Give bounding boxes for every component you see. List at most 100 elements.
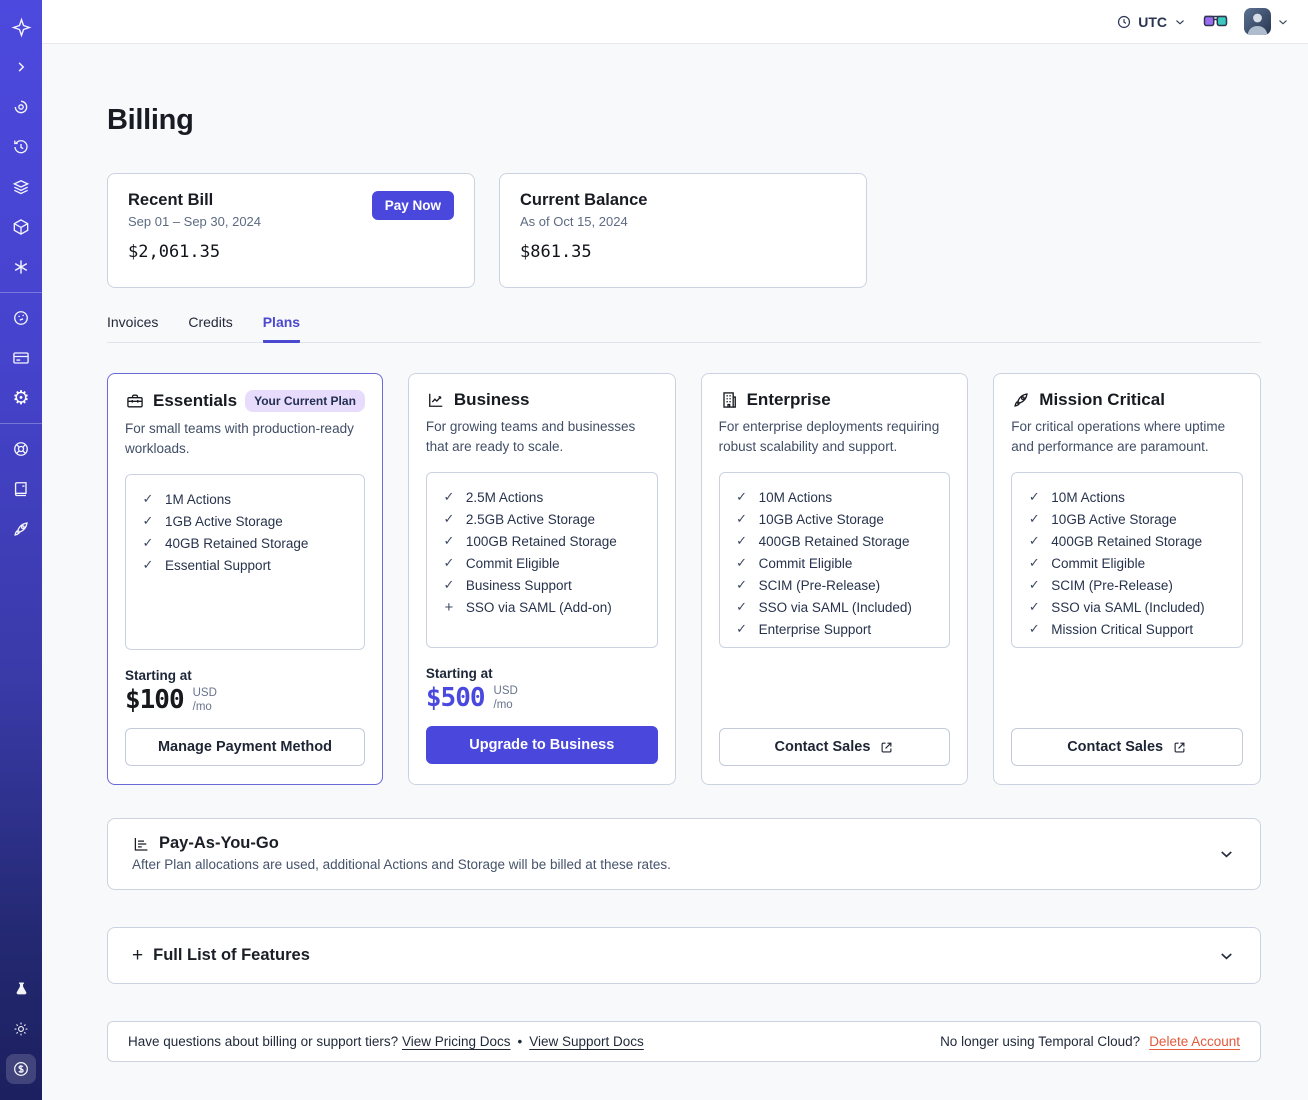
feature-text: 400GB Retained Storage: [758, 533, 910, 549]
plan-description: For enterprise deployments requiring rob…: [718, 419, 940, 454]
feature-text: SSO via SAML (Add-on): [465, 599, 612, 615]
feature-text: Mission Critical Support: [1051, 621, 1194, 637]
theme-sun-icon[interactable]: [6, 1014, 36, 1044]
feature-text: 10GB Active Storage: [1051, 511, 1177, 527]
view-pricing-docs-link[interactable]: View Pricing Docs: [402, 1034, 511, 1049]
manage-payment-method-button[interactable]: Manage Payment Method: [125, 728, 365, 766]
sidebar-divider: [0, 423, 42, 424]
period-label: /mo: [192, 701, 212, 713]
user-avatar: [1244, 8, 1271, 35]
payg-description: After Plan allocations are used, additio…: [132, 857, 671, 872]
billing-tabs: Invoices Credits Plans: [107, 314, 1261, 343]
account-menu[interactable]: [1244, 8, 1290, 35]
feature-box: ✓ 10M Actions ✓ 10GB Active Storage ✓ 400GB…: [1011, 472, 1243, 648]
main-area: UTC Billing Recent Bill Sep 01 – Sep 30,…: [42, 0, 1308, 1100]
recent-bill-card: Recent Bill Sep 01 – Sep 30, 2024 Pay No…: [107, 173, 475, 288]
feature-text: Commit Eligible: [465, 555, 560, 571]
tab-plans[interactable]: Plans: [262, 314, 301, 343]
plans-grid: Essentials Your Current Plan For small t…: [107, 373, 1261, 785]
current-balance-title: Current Balance: [520, 191, 648, 209]
current-balance-card: Current Balance As of Oct 15, 2024 $861.…: [499, 173, 867, 288]
tab-credits[interactable]: Credits: [188, 314, 232, 343]
check-icon: ✓: [1028, 555, 1040, 570]
tab-invoices[interactable]: Invoices: [107, 314, 158, 343]
check-icon: ✓: [1028, 511, 1040, 526]
getting-started-rocket-icon[interactable]: [6, 514, 36, 544]
payments-icon[interactable]: [6, 343, 36, 373]
expand-sidebar-icon[interactable]: [6, 52, 36, 82]
check-icon: ✓: [1028, 599, 1040, 614]
contact-sales-label: Contact Sales: [774, 739, 871, 755]
support-icon[interactable]: [6, 434, 36, 464]
feature-item: + SSO via SAML (Add-on): [442, 596, 642, 618]
plan-card-essentials: Essentials Your Current Plan For small t…: [107, 373, 383, 785]
feature-text: 10M Actions: [758, 489, 833, 505]
feature-item: ✓ 10GB Active Storage: [735, 508, 935, 530]
plus-icon: +: [444, 598, 454, 616]
external-link-icon: [881, 742, 892, 752]
contact-sales-button[interactable]: Contact Sales: [1011, 728, 1243, 766]
full-features-panel[interactable]: + Full List of Features: [107, 927, 1261, 984]
settings-gear-icon[interactable]: ⚙: [6, 383, 36, 413]
feature-text: SCIM (Pre-Release): [1051, 577, 1173, 593]
plus-icon: +: [132, 945, 144, 966]
deployments-icon[interactable]: [6, 172, 36, 202]
check-icon: ✓: [142, 557, 154, 572]
external-link-icon: [1174, 742, 1185, 752]
feedback-glasses-icon[interactable]: [1203, 14, 1228, 29]
check-icon: ✓: [736, 489, 748, 504]
billing-icon[interactable]: [6, 1054, 36, 1084]
pay-now-button[interactable]: Pay Now: [371, 191, 454, 220]
feature-text: Commit Eligible: [758, 555, 853, 571]
check-icon: ✓: [443, 511, 455, 526]
billing-footer: Have questions about billing or support …: [107, 1021, 1261, 1062]
feature-item: ✓ 10M Actions: [735, 486, 935, 508]
temporal-logo-icon[interactable]: [6, 12, 36, 42]
usage-icon[interactable]: [6, 303, 36, 333]
check-icon: ✓: [736, 621, 748, 636]
rocket-icon: [1014, 393, 1029, 407]
feature-text: Commit Eligible: [1051, 555, 1146, 571]
check-icon: ✓: [1028, 577, 1040, 592]
labs-flask-icon[interactable]: [6, 974, 36, 1004]
view-support-docs-link[interactable]: View Support Docs: [529, 1034, 644, 1049]
feature-text: 1M Actions: [165, 491, 232, 507]
topbar: UTC: [42, 0, 1308, 44]
period-label: /mo: [493, 699, 513, 711]
nexus-icon[interactable]: [6, 252, 36, 282]
plan-description: For critical operations where uptime and…: [1011, 419, 1226, 454]
feature-item: ✓ SCIM (Pre-Release): [1027, 574, 1227, 596]
namespaces-icon[interactable]: [6, 92, 36, 122]
docs-icon[interactable]: [6, 474, 36, 504]
feature-item: ✓ Essential Support: [141, 554, 349, 576]
check-icon: ✓: [736, 511, 748, 526]
feature-item: ✓ SSO via SAML (Included): [1027, 596, 1227, 618]
plan-description: For growing teams and businesses that ar…: [425, 419, 636, 454]
feature-text: Business Support: [465, 577, 572, 593]
check-icon: ✓: [443, 489, 455, 504]
feature-text: SCIM (Pre-Release): [758, 577, 881, 593]
feature-box: ✓ 1M Actions ✓ 1GB Active Storage ✓ 40GB Re…: [125, 474, 365, 650]
chevron-down-icon[interactable]: [1217, 946, 1236, 965]
chevron-down-icon[interactable]: [1217, 845, 1236, 864]
feature-text: 10GB Active Storage: [758, 511, 884, 527]
feature-text: 10M Actions: [1051, 489, 1125, 505]
timezone-selector[interactable]: UTC: [1116, 14, 1187, 30]
plan-name: Enterprise: [746, 390, 831, 409]
contact-sales-button[interactable]: Contact Sales: [718, 728, 951, 766]
plan-card-business: Business For growing teams and businesse…: [407, 373, 676, 785]
packages-icon[interactable]: [6, 212, 36, 242]
contact-sales-label: Contact Sales: [1067, 739, 1164, 755]
toolbox-icon: [127, 394, 143, 408]
feature-item: ✓ 1GB Active Storage: [141, 510, 349, 532]
separator-dot: •: [517, 1034, 523, 1049]
delete-account-link[interactable]: Delete Account: [1149, 1034, 1240, 1049]
pay-as-you-go-panel[interactable]: Pay-As-You-Go After Plan allocations are…: [107, 818, 1261, 890]
footer-question: Have questions about billing or support …: [128, 1034, 399, 1049]
rates-chart-icon: [134, 837, 148, 851]
schedules-icon[interactable]: [6, 132, 36, 162]
plan-price: $100: [125, 685, 185, 715]
check-icon: ✓: [736, 533, 748, 548]
upgrade-to-business-button[interactable]: Upgrade to Business: [425, 726, 658, 764]
chart-line-icon: [428, 393, 443, 407]
